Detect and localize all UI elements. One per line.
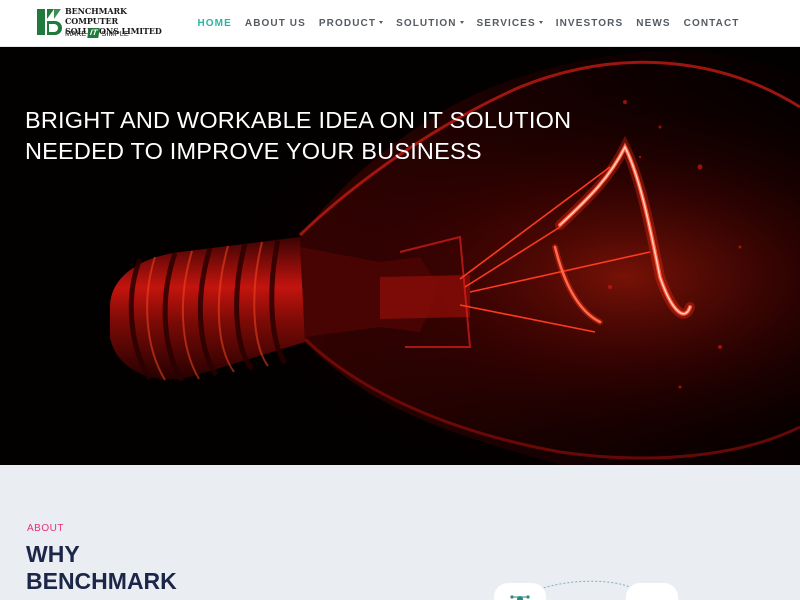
nav-news-label: NEWS [636, 17, 671, 29]
about-heading: WHY BENCHMARK [26, 541, 177, 595]
hero-headline-line2: NEEDED TO IMPROVE YOUR BUSINESS [25, 138, 482, 164]
chevron-down-icon [538, 20, 543, 24]
nav-news[interactable]: NEWS [630, 18, 677, 29]
hero-headline-line1: BRIGHT AND WORKABLE IDEA ON IT SOLUTION [25, 107, 572, 133]
hero-headline: BRIGHT AND WORKABLE IDEA ON IT SOLUTION … [25, 105, 585, 167]
about-eyebrow: ABOUT [27, 523, 64, 534]
nav-contact-label: CONTACT [683, 17, 740, 29]
about-heading-line1: WHY [26, 541, 80, 567]
brand-name-line1: BENCHMARK COMPUTER [65, 6, 127, 26]
chevron-down-icon [379, 20, 384, 24]
tagline-it: IT [87, 28, 101, 38]
brand-tagline: MAKE IT SIMPLE [65, 28, 129, 38]
nav-investors-label: INVESTORS [555, 17, 624, 29]
nav-product-label: PRODUCT [318, 17, 377, 29]
nav-home-label: HOME [197, 17, 232, 29]
tagline-simple: SIMPLE [101, 28, 129, 38]
nav-about-us[interactable]: ABOUT US [238, 18, 312, 29]
nav-solution[interactable]: SOLUTION [390, 18, 470, 29]
about-card-right [626, 583, 678, 600]
about-heading-line2: BENCHMARK [26, 568, 177, 594]
chevron-down-icon [459, 20, 464, 24]
about-section: ABOUT WHY BENCHMARK [0, 465, 800, 600]
nav-home[interactable]: HOME [191, 18, 238, 29]
nav-services[interactable]: SERVICES [470, 18, 549, 29]
nav-about-us-label: ABOUT US [244, 17, 306, 29]
benchmark-logo-icon [35, 7, 63, 37]
main-nav: HOME ABOUT US PRODUCT SOLUTION SERVICES … [191, 0, 746, 46]
hero-banner: BRIGHT AND WORKABLE IDEA ON IT SOLUTION … [0, 47, 800, 465]
about-illustration [494, 580, 678, 600]
nav-solution-label: SOLUTION [396, 17, 457, 29]
tagline-make: MAKE [65, 28, 87, 38]
nav-services-label: SERVICES [476, 17, 536, 29]
nav-product[interactable]: PRODUCT [312, 18, 389, 29]
nav-contact[interactable]: CONTACT [677, 18, 746, 29]
nav-investors[interactable]: INVESTORS [549, 18, 630, 29]
brand-logo[interactable]: BENCHMARK COMPUTER SOLUTIONS LIMITED MAK… [35, 5, 170, 41]
site-header: BENCHMARK COMPUTER SOLUTIONS LIMITED MAK… [0, 0, 800, 47]
